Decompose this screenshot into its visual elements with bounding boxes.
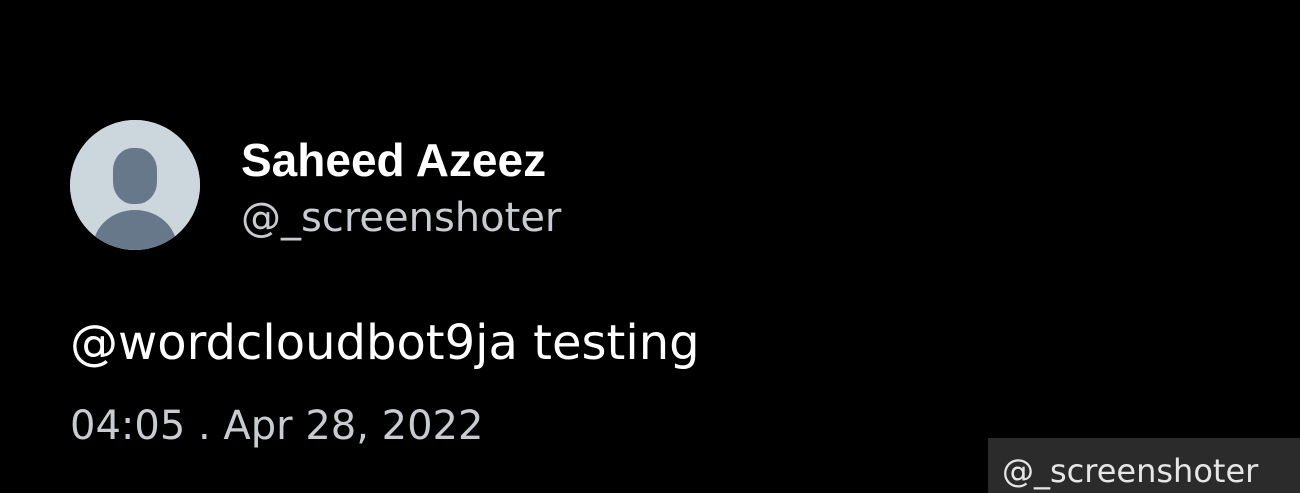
avatar[interactable] (70, 120, 200, 250)
watermark: @_screenshoter (988, 438, 1300, 493)
default-profile-icon (70, 120, 200, 250)
display-name[interactable]: Saheed Azeez (241, 132, 546, 188)
tweet-timestamp: 04:05 . Apr 28, 2022 (70, 403, 484, 449)
tweet-text: @wordcloudbot9ja testing (70, 315, 700, 371)
tweet-card: Saheed Azeez @_screenshoter @wordcloudbo… (0, 0, 1300, 493)
user-handle[interactable]: @_screenshoter (241, 192, 561, 244)
watermark-text: @_screenshoter (1002, 452, 1259, 490)
